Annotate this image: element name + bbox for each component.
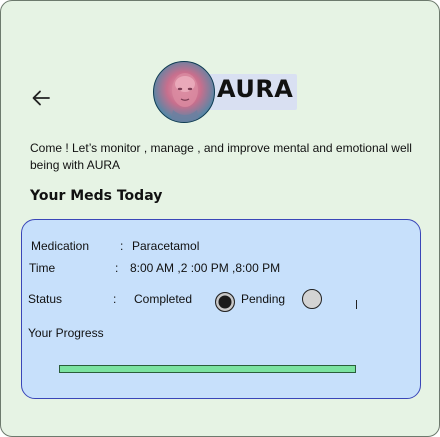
time-label: Time [29, 261, 56, 275]
med-card: Medication : Paracetamol Time : 8:00 AM … [21, 219, 421, 399]
progress-bar [59, 365, 356, 373]
avatar [153, 61, 215, 123]
status-completed-label: Completed [134, 292, 193, 306]
meds-section-title: Your Meds Today [30, 188, 163, 204]
completed-radio[interactable] [215, 292, 235, 312]
medication-label: Medication [31, 239, 90, 253]
arrow-left-icon [32, 90, 50, 106]
progress-fill [60, 366, 355, 372]
medication-separator: : [120, 239, 124, 253]
progress-label: Your Progress [28, 326, 104, 340]
medication-value: Paracetamol [132, 239, 200, 253]
status-pending-label: Pending [241, 292, 286, 306]
text-cursor [356, 300, 357, 309]
time-value: 8:00 AM ,2 :00 PM ,8:00 PM [130, 261, 281, 275]
app-frame: AURA Come ! Let’s monitor , manage , and… [0, 0, 440, 437]
brand-header: AURA [153, 61, 303, 125]
ai-face-icon [170, 73, 200, 122]
intro-text: Come ! Let’s monitor , manage , and impr… [30, 141, 412, 172]
status-label: Status [28, 292, 63, 306]
pending-radio[interactable] [302, 289, 322, 309]
time-separator: : [115, 261, 119, 275]
back-button[interactable] [30, 87, 52, 109]
app-title: AURA [217, 75, 294, 103]
status-separator: : [113, 292, 117, 306]
